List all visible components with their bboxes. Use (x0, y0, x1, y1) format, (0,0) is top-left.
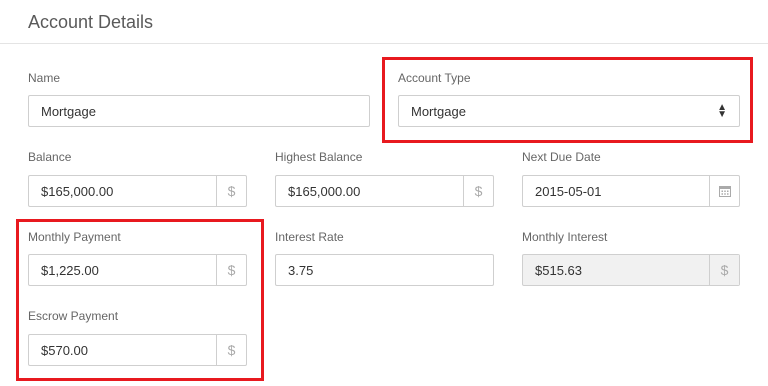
escrow-payment-value: $570.00 (41, 343, 88, 358)
highest-balance-input[interactable]: $165,000.00 $ (275, 175, 494, 207)
interest-rate-value: 3.75 (288, 263, 314, 278)
account-type-label: Account Type (398, 71, 471, 85)
dollar-icon: $ (709, 255, 739, 285)
interest-rate-input[interactable]: 3.75 (275, 254, 494, 286)
highest-balance-value: $165,000.00 (288, 184, 361, 199)
panel-header: Account Details (0, 0, 768, 44)
dollar-icon: $ (463, 176, 493, 206)
dollar-icon: $ (216, 176, 246, 206)
balance-label: Balance (28, 150, 72, 164)
monthly-interest-value: $515.63 (535, 263, 582, 278)
name-label: Name (28, 71, 61, 85)
dollar-icon: $ (216, 335, 246, 365)
account-type-value: Mortgage (411, 104, 466, 119)
interest-rate-label: Interest Rate (275, 230, 344, 244)
name-input[interactable]: Mortgage (28, 95, 370, 127)
account-type-select[interactable]: Mortgage ▲ ▼ (398, 95, 740, 127)
next-due-date-label: Next Due Date (522, 150, 601, 164)
escrow-payment-input[interactable]: $570.00 $ (28, 334, 247, 366)
monthly-interest-input: $515.63 $ (522, 254, 740, 286)
balance-value: $165,000.00 (41, 184, 114, 199)
monthly-payment-input[interactable]: $1,225.00 $ (28, 254, 247, 286)
monthly-payment-label: Monthly Payment (28, 230, 121, 244)
monthly-payment-value: $1,225.00 (41, 263, 99, 278)
sort-caret-icon: ▲ ▼ (717, 102, 727, 120)
calendar-icon[interactable] (709, 176, 739, 206)
dollar-icon: $ (216, 255, 246, 285)
highest-balance-label: Highest Balance (275, 150, 363, 164)
name-value: Mortgage (41, 104, 96, 119)
escrow-payment-label: Escrow Payment (28, 309, 119, 323)
next-due-date-input[interactable]: 2015-05-01 (522, 175, 740, 207)
panel-title: Account Details (28, 12, 154, 32)
balance-input[interactable]: $165,000.00 $ (28, 175, 247, 207)
monthly-interest-label: Monthly Interest (522, 230, 608, 244)
next-due-date-value: 2015-05-01 (535, 184, 602, 199)
